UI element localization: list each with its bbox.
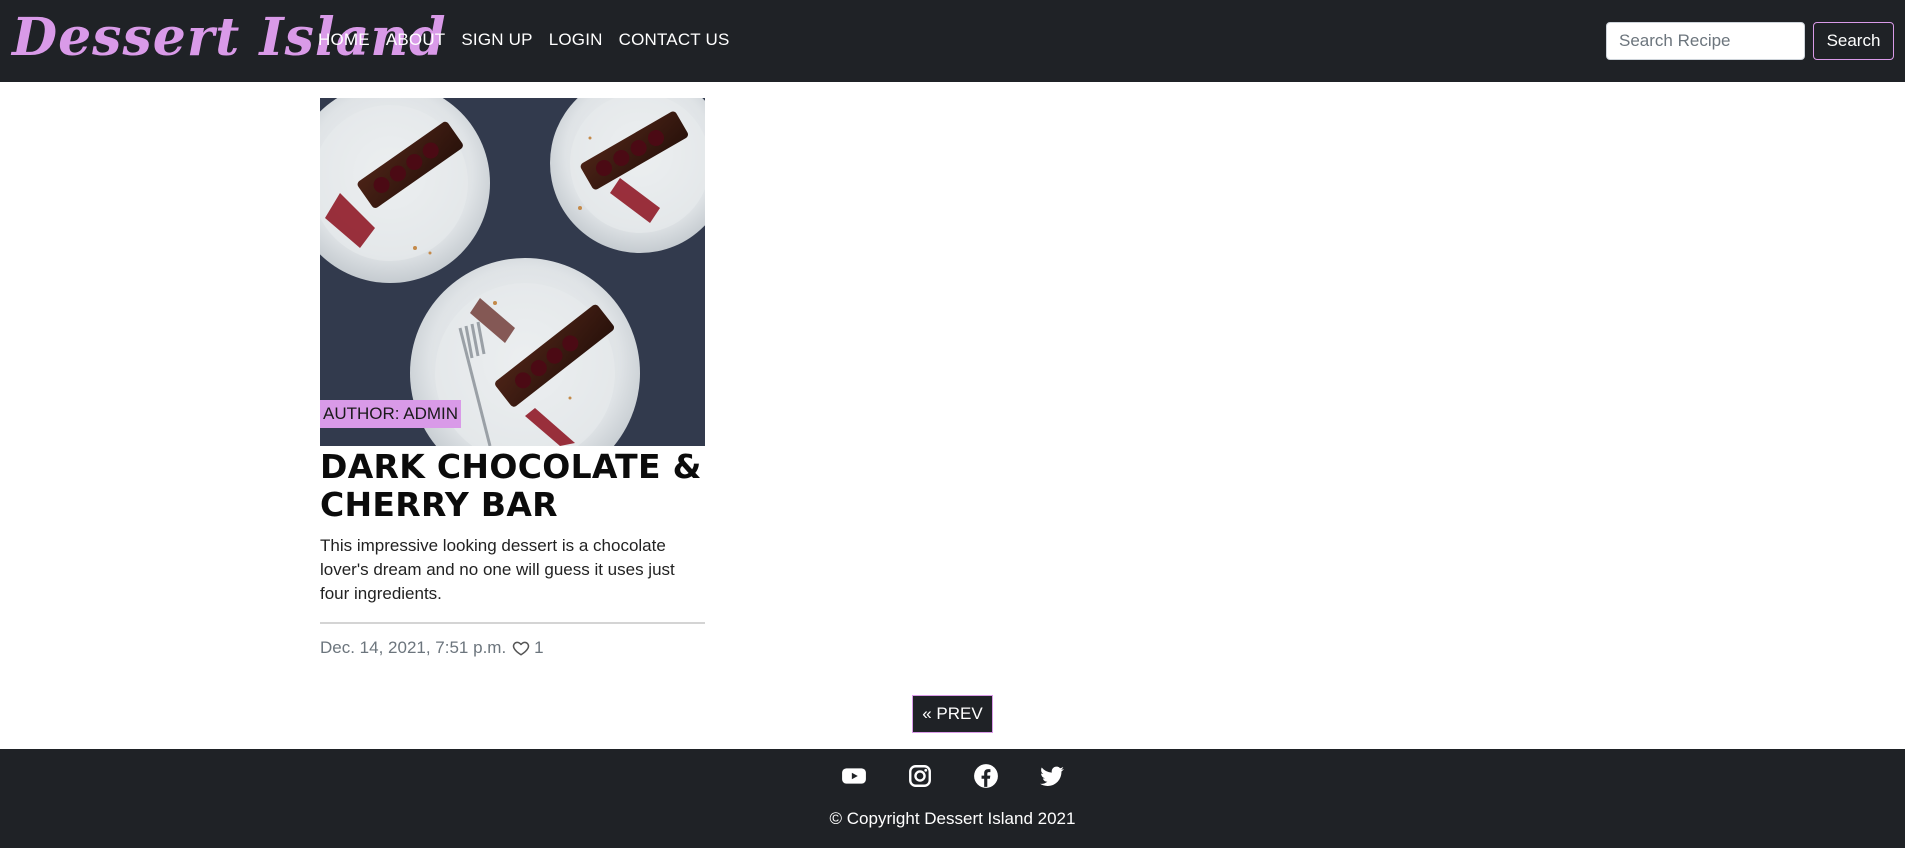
main-nav: HOME ABOUT SIGN UP LOGIN CONTACT US (318, 29, 746, 51)
nav-contact-link[interactable]: CONTACT US (619, 29, 730, 51)
twitter-icon[interactable] (1039, 763, 1065, 789)
dessert-photo (320, 98, 705, 446)
recipe-date: Dec. 14, 2021, 7:51 p.m. (320, 638, 507, 657)
author-badge: AUTHOR: ADMIN (320, 400, 462, 428)
navbar: Dessert Island HOME ABOUT SIGN UP LOGIN … (0, 0, 1905, 82)
social-icons (0, 763, 1905, 789)
recipe-description: This impressive looking dessert is a cho… (320, 536, 675, 603)
nav-login-link[interactable]: LOGIN (549, 29, 603, 51)
recipe-card: AUTHOR: ADMIN DARK CHOCOLATE & CHERRY BA… (320, 98, 705, 658)
facebook-icon[interactable] (973, 763, 999, 789)
footer: © Copyright Dessert Island 2021 (0, 749, 1905, 848)
heart-icon[interactable] (512, 639, 530, 657)
instagram-icon[interactable] (907, 763, 933, 789)
nav-signup-link[interactable]: SIGN UP (461, 29, 532, 51)
search-button[interactable]: Search (1813, 22, 1894, 60)
prev-page-button[interactable]: « PREV (912, 695, 993, 733)
recipe-meta: Dec. 14, 2021, 7:51 p.m. 1 (320, 638, 705, 658)
copyright-text: © Copyright Dessert Island 2021 (829, 809, 1076, 828)
recipe-image[interactable]: AUTHOR: ADMIN (320, 98, 705, 446)
card-divider (320, 622, 705, 624)
search-input[interactable] (1606, 22, 1805, 60)
like-count: 1 (534, 638, 544, 657)
nav-home-link[interactable]: HOME (318, 29, 370, 51)
youtube-icon[interactable] (841, 763, 867, 789)
nav-about-link[interactable]: ABOUT (386, 29, 446, 51)
recipe-title[interactable]: DARK CHOCOLATE & CHERRY BAR (320, 448, 705, 524)
